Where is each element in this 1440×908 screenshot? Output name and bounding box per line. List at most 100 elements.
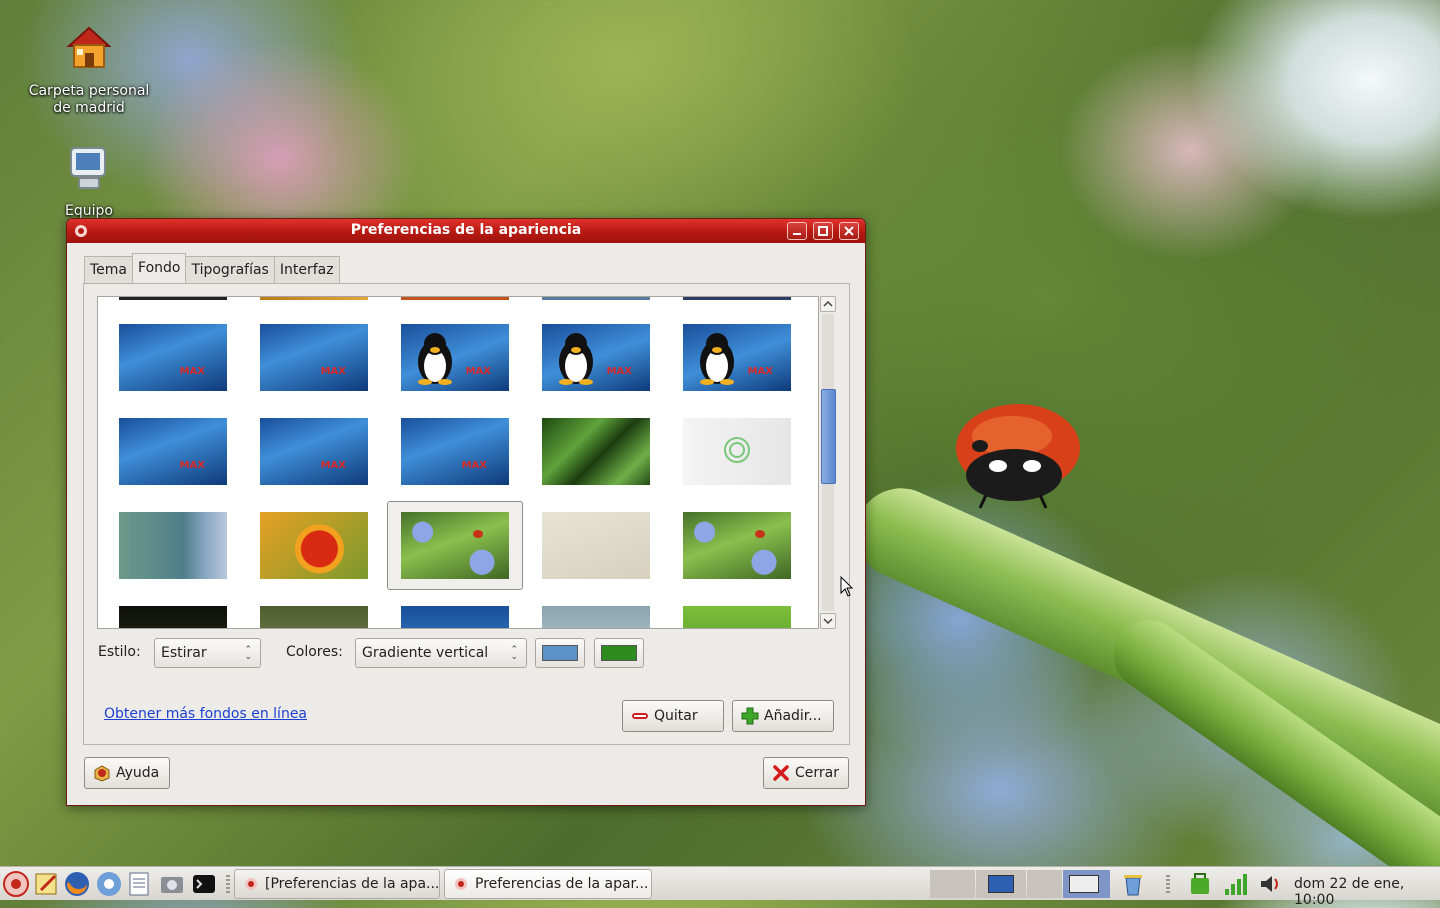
wallpaper-thumb-max-tux[interactable]: MAX [401, 324, 509, 391]
tux-icon [559, 333, 593, 385]
computer-icon [70, 147, 106, 189]
minimize-icon [793, 233, 801, 235]
primary-color-button[interactable] [535, 638, 585, 668]
wallpaper-thumb-partial[interactable] [542, 606, 650, 628]
appearance-preferences-window: Preferencias de la apariencia Tema Fondo… [66, 218, 866, 806]
scroll-thumb[interactable] [821, 389, 836, 484]
wallpaper-scrollbar[interactable] [820, 296, 836, 629]
mouse-pointer-icon [840, 576, 854, 597]
minimize-button[interactable] [787, 222, 807, 240]
taskbar-item-label: [Preferencias de la apa... [265, 876, 440, 892]
desktop-icon-home-label: Carpeta personal de madrid [28, 83, 150, 116]
wallpaper-ladybug [956, 404, 1080, 509]
workspace-3[interactable] [1027, 870, 1062, 898]
desktop-icon-computer[interactable]: Equipo [14, 144, 164, 220]
wallpaper-thumb-partial[interactable] [260, 606, 368, 628]
wallpaper-thumb-partial[interactable] [260, 297, 368, 300]
wallpaper-thumb-red-flower[interactable] [260, 512, 368, 579]
wallpaper-thumb-max-blue[interactable]: MAX [260, 324, 368, 391]
combo-arrow-icon: ⌃ ⌄ [510, 645, 518, 662]
online-backgrounds-link[interactable]: Obtener más fondos en línea [104, 706, 307, 722]
panel-handle[interactable] [226, 875, 230, 893]
document-icon[interactable] [125, 870, 153, 898]
scroll-down-button[interactable] [820, 613, 836, 629]
window-titlebar[interactable]: Preferencias de la apariencia [67, 219, 865, 243]
wallpaper-thumb-partial[interactable] [542, 297, 650, 300]
chromium-icon[interactable] [95, 870, 123, 898]
wallpaper-thumb-ladybug[interactable] [683, 512, 791, 579]
trash-icon[interactable] [1120, 871, 1146, 897]
wallpaper-thumb-ladybug[interactable] [401, 512, 509, 579]
update-manager-icon[interactable] [1187, 871, 1213, 897]
terminal-icon[interactable] [190, 870, 218, 898]
wallpaper-thumb-partial[interactable] [683, 606, 791, 628]
tab-tema[interactable]: Tema [84, 256, 134, 283]
text-editor-launcher-icon[interactable] [33, 870, 61, 898]
help-label: Ayuda [116, 765, 160, 781]
wallpaper-thumb-partial[interactable] [119, 297, 227, 300]
tab-fondo[interactable]: Fondo [132, 253, 187, 283]
wallpaper-thumb-max-blue[interactable]: MAX [260, 418, 368, 485]
wallpaper-thumb-max-blue[interactable]: MAX [401, 418, 509, 485]
close-button[interactable]: Cerrar [763, 757, 849, 789]
tab-bar: Tema Fondo Tipografías Interfaz [84, 253, 340, 284]
close-x-icon [773, 765, 789, 781]
tray-handle[interactable] [1166, 875, 1170, 893]
secondary-color-button[interactable] [594, 638, 644, 668]
wallpaper-thumb-partial[interactable] [401, 606, 509, 628]
close-icon [844, 226, 854, 236]
scroll-up-button[interactable] [820, 296, 836, 312]
style-label: Estilo: [98, 644, 141, 660]
network-signal-icon[interactable] [1222, 871, 1248, 897]
workspace-4[interactable] [1063, 870, 1110, 898]
screenshot-icon[interactable] [158, 870, 186, 898]
window-title: Preferencias de la apariencia [350, 222, 582, 238]
primary-color-swatch [542, 645, 578, 661]
tab-interfaz[interactable]: Interfaz [273, 256, 340, 283]
tux-icon [700, 333, 734, 385]
wallpaper-thumb-partial[interactable] [401, 297, 509, 300]
help-icon [94, 765, 110, 782]
home-folder-icon [66, 26, 112, 68]
workspace-2[interactable] [976, 870, 1026, 898]
workspace-1[interactable] [930, 870, 975, 898]
wallpaper-grid[interactable]: MAX MAX MAX MAX MAX MAX MAX MAX [97, 296, 819, 629]
remove-icon [632, 713, 648, 719]
style-value: Estirar [161, 645, 207, 661]
bottom-panel: [Preferencias de la apa... Preferencias … [0, 866, 1440, 908]
close-label: Cerrar [795, 765, 839, 781]
wallpaper-thumb-white-logo[interactable] [683, 418, 791, 485]
logo-icon [724, 437, 750, 463]
taskbar-item-preferences-active[interactable]: Preferencias de la apar... [444, 869, 652, 899]
tab-tipografias[interactable]: Tipografías [185, 256, 275, 283]
appearance-app-icon [245, 878, 257, 890]
wallpaper-thumb-max-blue[interactable]: MAX [119, 324, 227, 391]
tux-icon [418, 333, 452, 385]
remove-label: Quitar [654, 708, 698, 724]
style-combo[interactable]: Estirar ⌃ ⌄ [154, 638, 261, 668]
taskbar-item-preferences[interactable]: [Preferencias de la apa... [234, 869, 440, 899]
volume-icon[interactable] [1257, 871, 1283, 897]
arrow-down-icon [823, 618, 833, 625]
background-panel: MAX MAX MAX MAX MAX MAX MAX MAX Estilo: … [83, 283, 850, 745]
wallpaper-thumb-max-tux[interactable]: MAX [542, 324, 650, 391]
clock[interactable]: dom 22 de ene, 10:00 [1294, 876, 1440, 908]
wallpaper-thumb-green-leaves[interactable] [542, 418, 650, 485]
colors-label: Colores: [286, 644, 343, 660]
close-window-button[interactable] [839, 222, 859, 240]
wallpaper-thumb-max-tux[interactable]: MAX [683, 324, 791, 391]
help-button[interactable]: Ayuda [84, 757, 170, 789]
main-menu-icon[interactable] [2, 870, 30, 898]
desktop-icon-home[interactable]: Carpeta personal de madrid [14, 24, 164, 117]
colors-combo[interactable]: Gradiente vertical ⌃ ⌄ [355, 638, 527, 668]
wallpaper-thumb-partial[interactable] [683, 297, 791, 300]
wallpaper-thumb-max-blue[interactable]: MAX [119, 418, 227, 485]
wallpaper-thumb-partial[interactable] [119, 606, 227, 628]
maximize-button[interactable] [813, 222, 833, 240]
wallpaper-thumb-beige-texture[interactable] [542, 512, 650, 579]
add-button[interactable]: Añadir... [732, 700, 834, 732]
firefox-icon[interactable] [63, 870, 91, 898]
appearance-app-icon [455, 878, 467, 890]
wallpaper-thumb-teal-gradient[interactable] [119, 512, 227, 579]
remove-button[interactable]: Quitar [622, 700, 724, 732]
